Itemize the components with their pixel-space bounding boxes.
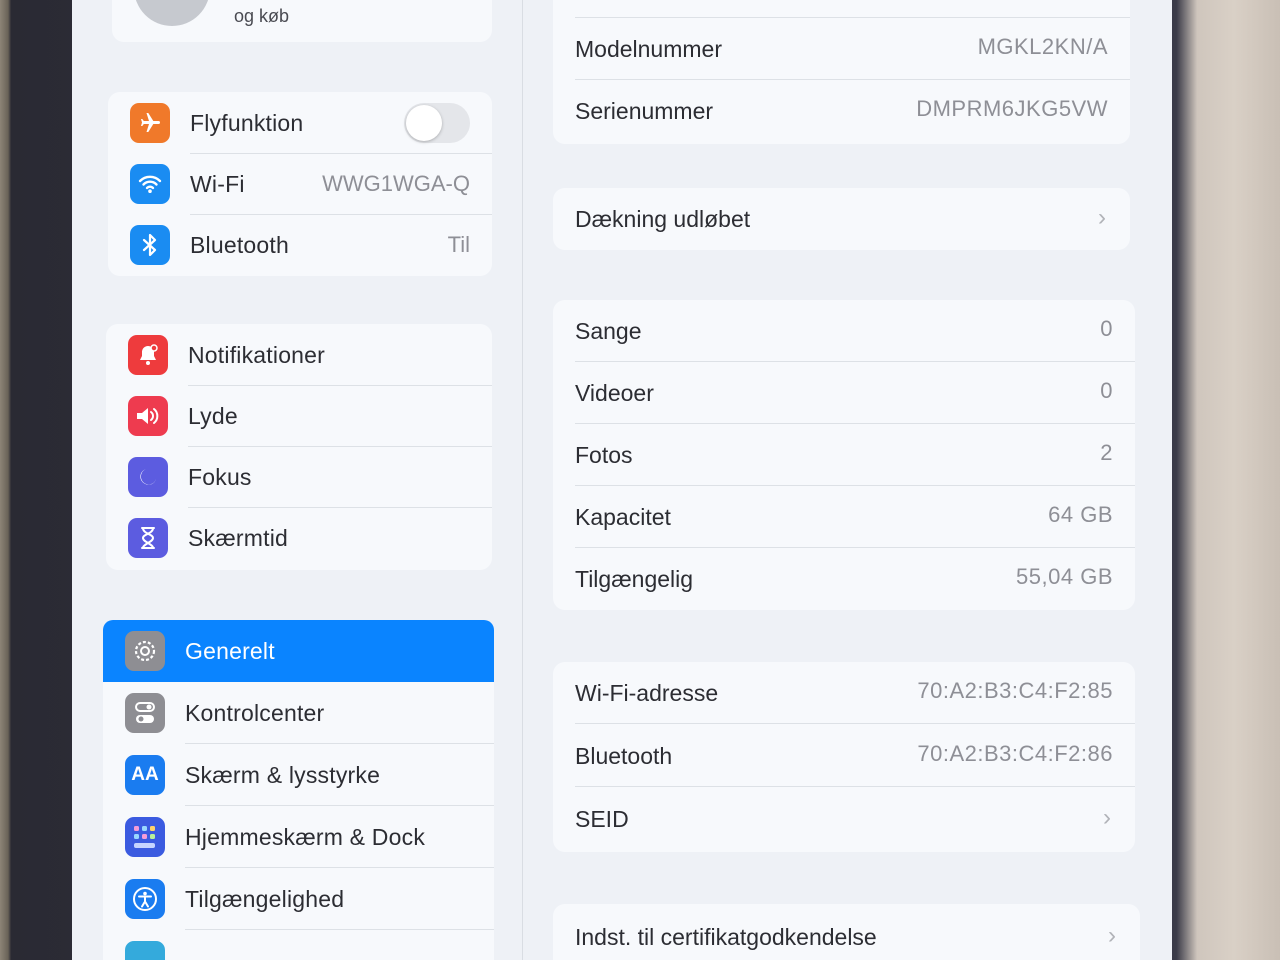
sidebar-item-label: Skærmtid — [188, 524, 289, 551]
airplane-mode-toggle[interactable] — [404, 103, 470, 143]
videos-row: Videoer 0 — [553, 362, 1135, 424]
serial-number-row[interactable]: Serienummer DMPRM6JKG5VW — [553, 80, 1130, 142]
coverage-row[interactable]: Dækning udløbet › — [553, 188, 1130, 250]
ipad-screen: og køb Flyfunktion Wi-Fi WWG1WGA-Q Bluet… — [72, 0, 1172, 960]
device-bezel-left — [0, 0, 80, 960]
sidebar-item-label: Flyfunktion — [190, 109, 304, 136]
videos-value: 0 — [1100, 378, 1113, 403]
about-detail-pane: Modelnummer MGKL2KN/A Serienummer DMPRM6… — [523, 0, 1172, 960]
certificate-group: Indst. til certifikatgodkendelse › — [553, 904, 1140, 960]
songs-value: 0 — [1100, 316, 1113, 341]
hourglass-icon — [128, 518, 168, 558]
display-icon: AA — [125, 755, 165, 795]
sidebar-item-airplane-mode[interactable]: Flyfunktion — [108, 92, 492, 154]
gear-icon — [125, 631, 165, 671]
device-bezel-right — [1165, 0, 1280, 960]
airplane-icon — [130, 103, 170, 143]
sidebar-item-label: Wi-Fi — [190, 170, 245, 197]
sidebar-item-label: Bluetooth — [190, 231, 289, 258]
connectivity-group: Flyfunktion Wi-Fi WWG1WGA-Q Bluetooth Ti… — [108, 92, 492, 276]
sidebar-item-sounds[interactable]: Lyde — [106, 385, 492, 447]
coverage-label: Dækning udløbet — [575, 206, 751, 232]
toggle-knob — [406, 105, 442, 141]
moon-icon — [128, 457, 168, 497]
coverage-group: Dækning udløbet › — [553, 188, 1130, 250]
sidebar-item-label: Generelt — [185, 637, 275, 664]
certificate-trust-label: Indst. til certifikatgodkendelse — [575, 924, 877, 950]
media-group: Sange 0 Videoer 0 Fotos 2 Kapacitet 64 G… — [553, 300, 1135, 610]
bluetooth-icon — [130, 225, 170, 265]
sidebar-item-label: Kontrolcenter — [185, 699, 325, 726]
available-value: 55,04 GB — [1016, 564, 1113, 589]
sidebar-item-home-screen-dock[interactable]: Hjemmeskærm & Dock — [103, 806, 494, 868]
notifications-group: Notifikationer Lyde Fokus Skærmtid — [106, 324, 492, 570]
seid-label: SEID — [575, 806, 629, 832]
divider — [575, 786, 1135, 787]
home-grid-icon — [125, 817, 165, 857]
photos-label: Fotos — [575, 442, 633, 468]
photos-value: 2 — [1100, 440, 1113, 465]
avatar — [134, 0, 210, 26]
divider — [575, 17, 1130, 18]
identifiers-group: Modelnummer MGKL2KN/A Serienummer DMPRM6… — [553, 0, 1130, 144]
sidebar-item-focus[interactable]: Fokus — [106, 446, 492, 508]
serial-number-label: Serienummer — [575, 98, 714, 124]
divider — [575, 723, 1135, 724]
settings-sidebar: og køb Flyfunktion Wi-Fi WWG1WGA-Q Bluet… — [72, 0, 523, 960]
serial-number-value: DMPRM6JKG5VW — [916, 96, 1108, 121]
sidebar-item-wallpaper[interactable] — [103, 930, 494, 960]
wifi-address-row: Wi-Fi-adresse 70:A2:B3:C4:F2:85 — [553, 662, 1135, 724]
sidebar-item-control-center[interactable]: Kontrolcenter — [103, 682, 494, 744]
sidebar-item-display-brightness[interactable]: AA Skærm & lysstyrke — [103, 744, 494, 806]
model-number-row[interactable]: Modelnummer MGKL2KN/A — [553, 18, 1130, 80]
network-group: Wi-Fi-adresse 70:A2:B3:C4:F2:85 Bluetoot… — [553, 662, 1135, 852]
wifi-network-name: WWG1WGA-Q — [322, 171, 470, 196]
sidebar-item-label: Skærm & lysstyrke — [185, 761, 381, 788]
wifi-address-label: Wi-Fi-adresse — [575, 680, 719, 706]
chevron-right-icon: › — [1098, 204, 1106, 231]
general-group: Generelt Kontrolcenter AA Skærm & lyssty… — [103, 620, 494, 960]
sidebar-item-general[interactable]: Generelt — [103, 620, 494, 682]
videos-label: Videoer — [575, 380, 654, 406]
bluetooth-address-label: Bluetooth — [575, 743, 673, 769]
account-subtitle: og køb — [234, 6, 290, 26]
chevron-right-icon: › — [1108, 922, 1116, 949]
bluetooth-address-row: Bluetooth 70:A2:B3:C4:F2:86 — [553, 725, 1135, 787]
bluetooth-address-value: 70:A2:B3:C4:F2:86 — [917, 741, 1113, 766]
sound-icon — [128, 396, 168, 436]
model-number-label: Modelnummer — [575, 36, 722, 62]
sidebar-item-bluetooth[interactable]: Bluetooth Til — [108, 214, 492, 276]
sidebar-item-accessibility[interactable]: Tilgængelighed — [103, 868, 494, 930]
sidebar-item-screen-time[interactable]: Skærmtid — [106, 507, 492, 569]
sidebar-item-label: Tilgængelighed — [185, 885, 345, 912]
sidebar-item-label: Hjemmeskærm & Dock — [185, 823, 426, 850]
chevron-right-icon: › — [1103, 804, 1111, 831]
wifi-icon — [130, 164, 170, 204]
capacity-value: 64 GB — [1048, 502, 1113, 527]
sidebar-item-notifications[interactable]: Notifikationer — [106, 324, 492, 386]
wallpaper-icon — [125, 941, 165, 960]
wifi-address-value: 70:A2:B3:C4:F2:85 — [917, 678, 1113, 703]
switches-icon — [125, 693, 165, 733]
certificate-trust-row[interactable]: Indst. til certifikatgodkendelse › — [553, 906, 1140, 960]
available-label: Tilgængelig — [575, 566, 694, 592]
accessibility-icon — [125, 879, 165, 919]
bluetooth-status: Til — [447, 232, 470, 257]
model-number-value: MGKL2KN/A — [977, 34, 1108, 59]
sidebar-item-wifi[interactable]: Wi-Fi WWG1WGA-Q — [108, 153, 492, 215]
account-card[interactable]: og køb — [112, 0, 492, 42]
songs-row: Sange 0 — [553, 300, 1135, 362]
sidebar-item-label: Fokus — [188, 463, 252, 490]
songs-label: Sange — [575, 318, 642, 344]
capacity-row: Kapacitet 64 GB — [553, 486, 1135, 548]
available-row: Tilgængelig 55,04 GB — [553, 548, 1135, 610]
sidebar-item-label: Lyde — [188, 402, 238, 429]
seid-row[interactable]: SEID › — [553, 788, 1135, 850]
capacity-label: Kapacitet — [575, 504, 671, 530]
photos-row: Fotos 2 — [553, 424, 1135, 486]
sidebar-item-label: Notifikationer — [188, 341, 326, 368]
notifications-icon — [128, 335, 168, 375]
